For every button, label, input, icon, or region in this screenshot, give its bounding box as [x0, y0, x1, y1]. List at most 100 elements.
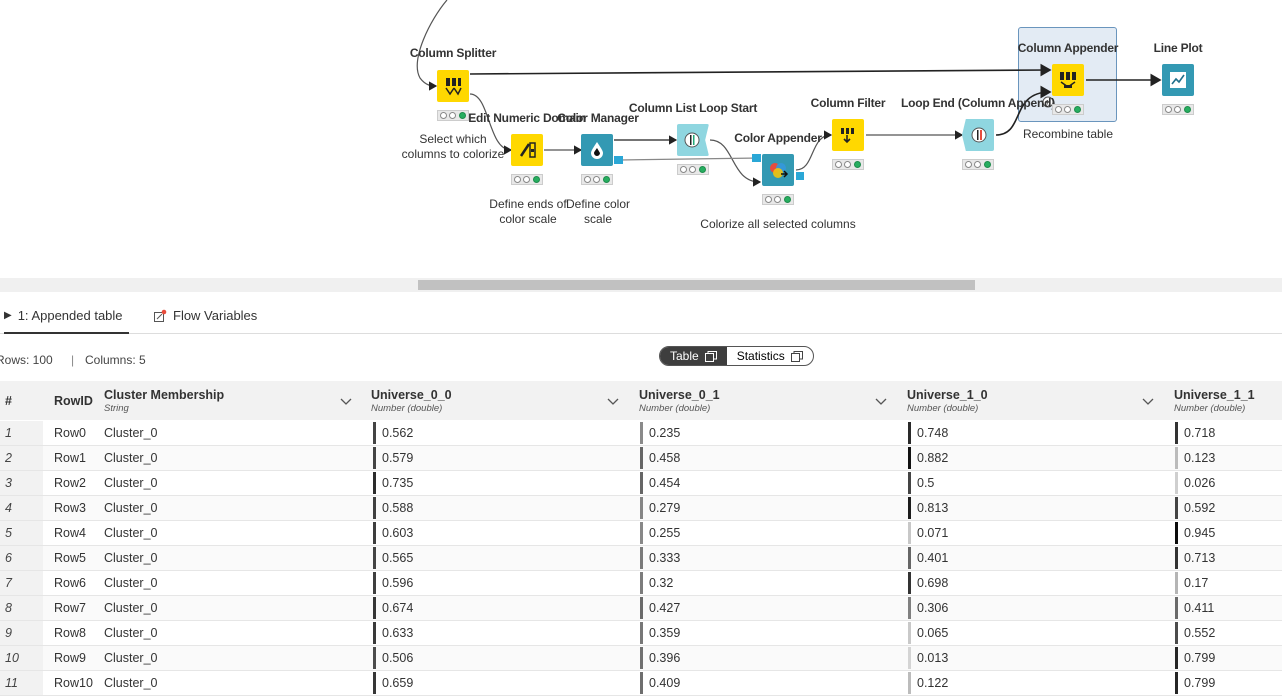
color-indicator — [640, 497, 643, 519]
cell-universe-0-1: 0.279 — [649, 501, 681, 515]
table-row[interactable]: 9 Row8 Cluster_0 0.633 0.359 0.065 0.552 — [0, 621, 1282, 646]
cell-universe-1-0: 0.013 — [917, 651, 949, 665]
row-index: 9 — [0, 621, 43, 645]
chevron-down-icon[interactable] — [606, 394, 620, 408]
cell-universe-0-0: 0.596 — [382, 576, 414, 590]
table-row[interactable]: 6 Row5 Cluster_0 0.565 0.333 0.401 0.713 — [0, 546, 1282, 571]
row-count: Rows: 100 — [0, 353, 53, 367]
header-label: Universe_1_1 — [1174, 387, 1255, 402]
node-column-list-loop-start[interactable] — [677, 124, 709, 156]
row-id: Row9 — [54, 651, 86, 665]
cell-cluster-membership: Cluster_0 — [104, 476, 158, 490]
toggle-table[interactable]: Table — [660, 347, 727, 365]
color-indicator — [373, 597, 376, 619]
node-color-manager[interactable] — [581, 134, 613, 166]
cell-universe-0-0: 0.735 — [382, 476, 414, 490]
cell-cluster-membership: Cluster_0 — [104, 501, 158, 515]
color-indicator — [373, 572, 376, 594]
tab-appended-table[interactable]: ▶ 1: Appended table — [4, 299, 129, 334]
cell-cluster-membership: Cluster_0 — [104, 601, 158, 615]
tab-label: 1: Appended table — [17, 308, 123, 323]
node-column-splitter[interactable] — [437, 70, 469, 102]
table-row[interactable]: 4 Row3 Cluster_0 0.588 0.279 0.813 0.592 — [0, 496, 1282, 521]
row-id: Row8 — [54, 626, 86, 640]
table-row[interactable]: 1 Row0 Cluster_0 0.562 0.235 0.748 0.718 — [0, 421, 1282, 446]
node-column-appender[interactable] — [1052, 64, 1084, 96]
column-count: Columns: 5 — [85, 353, 146, 367]
cell-universe-0-1: 0.409 — [649, 676, 681, 690]
row-id: Row5 — [54, 551, 86, 565]
node-color-appender[interactable] — [762, 154, 794, 186]
desc-line: Define color — [565, 197, 631, 211]
column-header-universe-0-0[interactable]: Universe_0_0 Number (double) — [371, 381, 452, 420]
column-header-universe-1-0[interactable]: Universe_1_0 Number (double) — [907, 381, 988, 420]
scrollbar-thumb[interactable] — [418, 280, 975, 290]
chevron-down-icon[interactable] — [1141, 394, 1155, 408]
color-indicator — [1175, 547, 1178, 569]
header-type: Number (double) — [639, 402, 711, 414]
node-desc-color-appender: Colorize all selected columns — [700, 217, 855, 232]
table-row[interactable]: 2 Row1 Cluster_0 0.579 0.458 0.882 0.123 — [0, 446, 1282, 471]
cell-universe-1-1: 0.799 — [1184, 651, 1216, 665]
node-column-filter[interactable] — [832, 119, 864, 151]
color-indicator — [640, 422, 643, 444]
node-loop-end[interactable] — [962, 119, 994, 151]
connection-colormgr-appender-model — [619, 157, 761, 161]
color-indicator — [908, 572, 911, 594]
color-indicator — [908, 597, 911, 619]
canvas-horizontal-scrollbar[interactable] — [0, 278, 1282, 292]
workflow-canvas[interactable]: + Column Splitter Select which columns t… — [0, 0, 1282, 292]
color-indicator — [1175, 497, 1178, 519]
cell-universe-1-1: 0.592 — [1184, 501, 1216, 515]
cell-universe-0-1: 0.333 — [649, 551, 681, 565]
color-indicator — [640, 447, 643, 469]
color-indicator — [1175, 572, 1178, 594]
cell-cluster-membership: Cluster_0 — [104, 651, 158, 665]
connection-splitter-appender — [469, 63, 1052, 77]
chevron-down-icon[interactable] — [339, 394, 353, 408]
header-type: Number (double) — [371, 402, 443, 414]
cell-universe-0-0: 0.506 — [382, 651, 414, 665]
column-splitter-icon — [445, 78, 462, 96]
cell-universe-1-1: 0.411 — [1184, 601, 1215, 615]
column-header-universe-1-1[interactable]: Universe_1_1 Number (double) — [1174, 381, 1255, 420]
cell-universe-0-0: 0.588 — [382, 501, 414, 515]
table-row[interactable]: 7 Row6 Cluster_0 0.596 0.32 0.698 0.17 — [0, 571, 1282, 596]
cell-universe-1-0: 0.122 — [917, 676, 949, 690]
chevron-down-icon[interactable] — [874, 394, 888, 408]
desc-line: Define ends of — [489, 197, 567, 211]
table-row[interactable]: 11 Row10 Cluster_0 0.659 0.409 0.122 0.7… — [0, 671, 1282, 696]
color-indicator — [640, 572, 643, 594]
cell-universe-1-0: 0.5 — [917, 476, 935, 490]
column-header-rowid[interactable]: RowID — [54, 381, 93, 420]
header-label: RowID — [54, 393, 93, 408]
cell-universe-0-1: 0.235 — [649, 426, 681, 440]
cell-universe-0-0: 0.565 — [382, 551, 414, 565]
column-header-universe-0-1[interactable]: Universe_0_1 Number (double) — [639, 381, 720, 420]
color-indicator — [1175, 472, 1178, 494]
row-id: Row7 — [54, 601, 86, 615]
table-row[interactable]: 3 Row2 Cluster_0 0.735 0.454 0.5 0.026 — [0, 471, 1282, 496]
cell-universe-1-0: 0.698 — [917, 576, 949, 590]
column-header-index: # — [5, 381, 12, 420]
table-row[interactable]: 8 Row7 Cluster_0 0.674 0.427 0.306 0.411 — [0, 596, 1282, 621]
table-row[interactable]: 10 Row9 Cluster_0 0.506 0.396 0.013 0.79… — [0, 646, 1282, 671]
color-indicator — [908, 497, 911, 519]
desc-line: scale — [583, 212, 612, 226]
header-type: String — [104, 402, 129, 414]
tab-label: Flow Variables — [173, 308, 258, 323]
node-edit-numeric-domain[interactable] — [511, 134, 543, 166]
node-desc-color-manager: Define color scale — [566, 197, 630, 227]
cell-universe-0-1: 0.458 — [649, 451, 681, 465]
color-indicator — [908, 547, 911, 569]
tab-flow-variables[interactable]: Flow Variables — [153, 299, 257, 332]
toggle-statistics[interactable]: Statistics — [727, 347, 813, 365]
node-title-column-list-loop-start: Column List Loop Start — [628, 101, 758, 115]
info-separator: | — [71, 353, 75, 367]
color-indicator — [373, 447, 376, 469]
desc-line: columns to colorize — [401, 147, 505, 161]
color-indicator — [640, 472, 643, 494]
node-line-plot[interactable] — [1162, 64, 1194, 96]
column-header-cluster-membership[interactable]: Cluster Membership String — [104, 381, 224, 420]
table-row[interactable]: 5 Row4 Cluster_0 0.603 0.255 0.071 0.945 — [0, 521, 1282, 546]
